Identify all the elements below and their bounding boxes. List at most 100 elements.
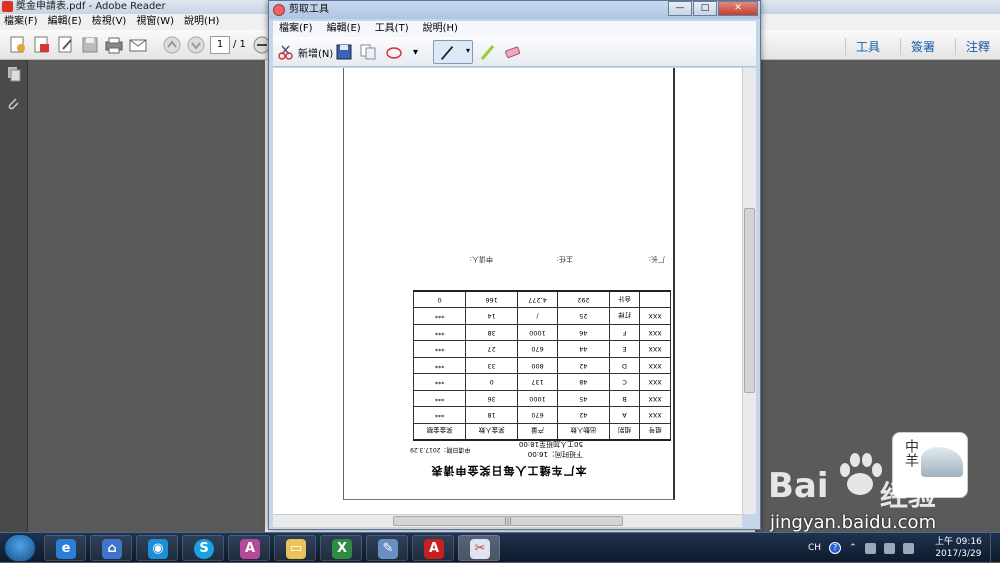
pen-tool-button[interactable]: ▾ [433,40,473,64]
next-page-icon[interactable] [186,35,206,55]
scissors-icon [278,45,293,60]
system-clock[interactable]: 上午 09:16 2017/3/29 [935,536,982,560]
menu-help[interactable]: 說明(H) [184,14,219,30]
previous-page-icon[interactable] [162,35,182,55]
table-cell: 36 [465,390,518,407]
taskbar-snipping-tool[interactable]: ✂ [458,535,500,561]
windows-taskbar: e ⌂ ◉ S A ▭ X ✎ A ✂ CH ? ⌃ 上午 09:16 2017… [0,532,1000,563]
browser-icon: ⌂ [102,539,122,559]
minimize-button[interactable]: — [668,1,692,16]
tools-link[interactable]: 工具 [844,38,880,55]
new-snip-button[interactable]: 新增(N) [277,42,333,62]
menu-window[interactable]: 視窗(W) [136,14,174,30]
document-upside-down: 本厂车缝工人每日奖金申请表 下班时间：16:00 50工人加班至18:00 申请… [344,68,673,499]
monitor-icon[interactable] [883,542,895,554]
new-snip-label: 新增(N) [298,48,334,60]
taskbar-explorer[interactable]: ▭ [274,535,316,561]
snip-menu-help[interactable]: 說明(H) [423,21,458,37]
flag-icon[interactable] [864,542,876,554]
table-cell: C [609,374,640,391]
table-cell: F [609,324,640,341]
pen-icon [440,45,454,61]
taskbar-app-2[interactable]: ⌂ [90,535,132,561]
applicant-signature-label: 申请人: [469,255,493,263]
folder-icon: ▭ [286,539,306,559]
system-tray: CH ? ⌃ [808,533,914,563]
table-row: XXX C 48 137 0 *** [413,374,671,391]
maximize-button[interactable]: □ [693,1,717,16]
taskbar-app-3[interactable]: ◉ [136,535,178,561]
table-row: XXX B 45 1000 36 *** [413,390,671,407]
table-cell: *** [413,308,466,325]
snipping-tool-window: 剪取工具 — □ ✕ 檔案(F) 編輯(E) 工具(T) 說明(H) 新增(N)… [268,0,761,530]
snip-window-controls: — □ ✕ [668,1,758,16]
menu-edit[interactable]: 編輯(E) [48,14,82,30]
taskbar-adobe-reader[interactable]: A [412,535,454,561]
export-pdf-icon[interactable] [32,35,52,55]
table-row: XXX A 42 670 18 *** [413,407,671,424]
copy-icon[interactable] [359,42,377,62]
ime-indicator[interactable]: CH [808,543,821,553]
email-icon[interactable] [128,35,148,55]
snip-window-title: 剪取工具 [289,4,329,15]
table-header-cell: 奖金人数 [465,423,518,440]
horizontal-scrollbar[interactable]: ||| [273,514,742,527]
snip-canvas[interactable]: 本厂车缝工人每日奖金申请表 下班时间：16:00 50工人加班至18:00 申请… [273,68,742,514]
table-cell: 800 [517,357,558,374]
menu-view[interactable]: 檢視(V) [92,14,127,30]
eraser-icon[interactable] [503,42,521,62]
create-pdf-icon[interactable] [8,35,28,55]
taskbar-skype[interactable]: S [182,535,224,561]
logo-text: 中羊 [903,439,919,467]
attachments-paperclip-icon[interactable] [6,96,22,112]
scrollbar-thumb[interactable] [744,208,755,393]
taskbar-ie[interactable]: e [44,535,86,561]
snip-menu-edit[interactable]: 編輯(E) [327,21,361,37]
table-cell: 42 [557,407,610,424]
vertical-scrollbar[interactable] [742,68,756,514]
volume-icon[interactable] [902,542,914,554]
excel-icon: X [332,539,352,559]
snip-menubar: 檔案(F) 編輯(E) 工具(T) 說明(H) [273,21,756,37]
taskbar-excel[interactable]: X [320,535,362,561]
save-icon[interactable] [80,35,100,55]
sign-link[interactable]: 簽署 [899,38,935,55]
page-total-label: / 1 [233,39,246,50]
taskbar-app-8[interactable]: ✎ [366,535,408,561]
page-thumbnails-icon[interactable] [6,66,22,82]
document-date: 申请日期：2017.3.29 [410,446,471,453]
table-cell: 27 [465,341,518,358]
send-snip-icon[interactable] [385,42,403,62]
table-header-row: 组号 组别 出勤人数 产量 奖金人数 奖金金额 [413,423,671,440]
menu-file[interactable]: 檔案(F) [4,14,38,30]
highlighter-icon[interactable] [479,42,497,62]
adobe-reader-taskbar-icon: A [424,539,444,559]
table-cell: 45 [557,390,610,407]
table-row: XXX D 42 800 33 *** [413,357,671,374]
document-title: 本厂车缝工人每日奖金申请表 [430,464,587,477]
page-number-input[interactable]: 1 [210,36,230,54]
tray-expand-icon[interactable]: ⌃ [849,543,857,553]
table-cell: 46 [557,324,610,341]
table-cell: B [609,390,640,407]
table-total-row: 合计 292 4,277 166 0 [413,291,671,308]
show-desktop-button[interactable] [990,533,1000,563]
print-icon[interactable] [104,35,124,55]
table-cell: / [517,308,558,325]
table-cell: 14 [465,308,518,325]
close-button[interactable]: ✕ [718,1,758,16]
table-header-cell: 出勤人数 [557,423,610,440]
snip-menu-tools[interactable]: 工具(T) [375,21,409,37]
edit-pdf-icon[interactable] [56,35,76,55]
scrollbar-thumb[interactable]: ||| [393,516,623,526]
comment-link[interactable]: 注釋 [954,38,990,55]
skype-icon: S [194,539,214,559]
start-button[interactable] [4,534,36,562]
watermark-url: jingyan.baidu.com [770,512,937,533]
help-icon[interactable]: ? [829,542,842,554]
save-snip-icon[interactable] [335,42,353,62]
taskbar-app-5[interactable]: A [228,535,270,561]
pen-dropdown-icon[interactable]: ▾ [466,46,470,55]
snip-menu-file[interactable]: 檔案(F) [279,21,313,37]
send-dropdown-icon[interactable]: ▾ [413,42,418,62]
